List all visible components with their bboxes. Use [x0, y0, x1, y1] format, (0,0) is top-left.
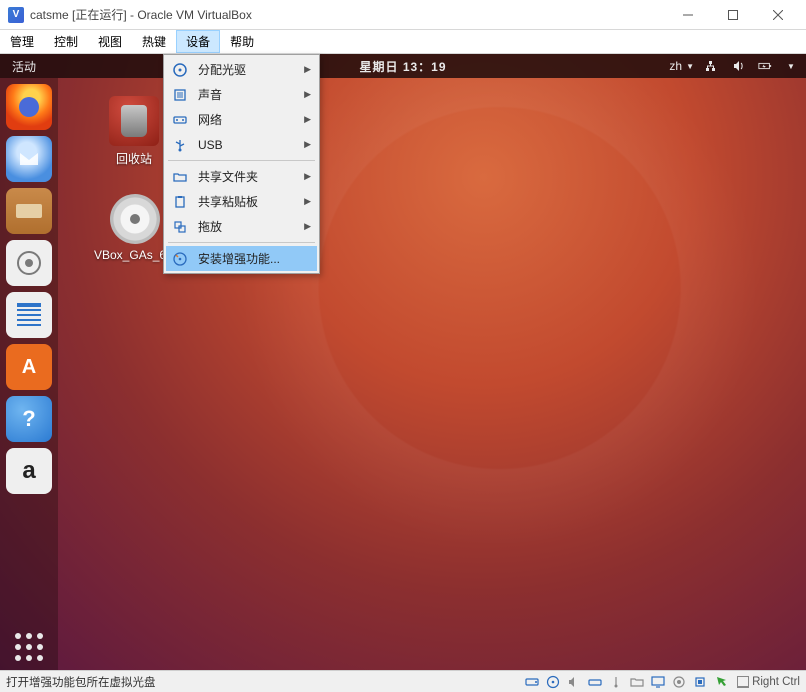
menu-separator	[168, 160, 315, 161]
folder-icon	[170, 167, 190, 187]
menu-item-label: 网络	[198, 111, 304, 128]
indicator-optical-icon[interactable]	[545, 674, 561, 690]
submenu-arrow-icon: ▶	[304, 139, 311, 150]
statusbar: 打开增强功能包所在虚拟光盘 Right Ctrl	[0, 670, 806, 692]
menu-item-shared-clipboard[interactable]: 共享粘贴板 ▶	[166, 189, 317, 214]
launcher-libreoffice-writer[interactable]	[6, 292, 52, 338]
menu-item-usb[interactable]: USB ▶	[166, 132, 317, 157]
menu-devices[interactable]: 设备	[176, 30, 220, 53]
titlebar: V catsme [正在运行] - Oracle VM VirtualBox	[0, 0, 806, 30]
menu-item-label: 共享文件夹	[198, 168, 304, 185]
devices-dropdown: 分配光驱 ▶ 声音 ▶ 网络 ▶ USB ▶ 共享文件夹 ▶ 共享粘贴板 ▶	[163, 54, 320, 274]
launcher-amazon[interactable]: a	[6, 448, 52, 494]
launcher-firefox[interactable]	[6, 84, 52, 130]
launcher-ubuntu-software[interactable]	[6, 344, 52, 390]
clock-label[interactable]: 星期日 13：19	[359, 58, 446, 75]
hostkey-label: Right Ctrl	[752, 676, 800, 688]
launcher-thunderbird[interactable]	[6, 136, 52, 182]
window-maximize-button[interactable]	[710, 0, 755, 30]
chevron-down-icon[interactable]: ▼	[784, 59, 798, 73]
volume-tray-icon[interactable]	[732, 59, 746, 73]
menu-control[interactable]: 控制	[44, 30, 88, 53]
menu-item-drag-drop[interactable]: 拖放 ▶	[166, 214, 317, 239]
battery-tray-icon[interactable]	[758, 59, 772, 73]
menu-item-optical-drive[interactable]: 分配光驱 ▶	[166, 57, 317, 82]
desktop-icon-label: 回收站	[96, 150, 172, 167]
clipboard-icon	[170, 192, 190, 212]
submenu-arrow-icon: ▶	[304, 64, 311, 75]
menu-separator	[168, 242, 315, 243]
menu-item-shared-folders[interactable]: 共享文件夹 ▶	[166, 164, 317, 189]
ubuntu-launcher: ? a	[0, 78, 58, 670]
system-tray[interactable]: zh▼ ▼	[669, 59, 798, 73]
disc-icon	[110, 194, 160, 244]
sound-icon	[170, 85, 190, 105]
disc-install-icon	[170, 249, 190, 269]
input-method-indicator[interactable]: zh▼	[669, 59, 694, 73]
network-tray-icon[interactable]	[706, 59, 720, 73]
indicator-audio-icon[interactable]	[566, 674, 582, 690]
window-close-button[interactable]	[755, 0, 800, 30]
launcher-show-applications[interactable]	[6, 624, 52, 670]
window-title: catsme [正在运行] - Oracle VM VirtualBox	[30, 6, 665, 23]
gnome-top-bar: 活动 星期日 13：19 zh▼ ▼	[0, 54, 806, 78]
window-minimize-button[interactable]	[665, 0, 710, 30]
guest-display[interactable]: 活动 星期日 13：19 zh▼ ▼ ? a 回收站 VBox_GAs_6.0.…	[0, 54, 806, 670]
menu-help[interactable]: 帮助	[220, 30, 264, 53]
disc-icon	[170, 60, 190, 80]
menu-view[interactable]: 视图	[88, 30, 132, 53]
menu-item-network[interactable]: 网络 ▶	[166, 107, 317, 132]
submenu-arrow-icon: ▶	[304, 114, 311, 125]
network-icon	[170, 110, 190, 130]
submenu-arrow-icon: ▶	[304, 89, 311, 100]
indicator-display-icon[interactable]	[650, 674, 666, 690]
desktop-icon-trash[interactable]: 回收站	[96, 96, 172, 167]
indicator-network-icon[interactable]	[587, 674, 603, 690]
trash-icon	[109, 96, 159, 146]
menu-item-label: 声音	[198, 86, 304, 103]
menubar: 管理 控制 视图 热键 设备 帮助 分配光驱 ▶ 声音 ▶ 网络 ▶ USB ▶…	[0, 30, 806, 54]
activities-button[interactable]: 活动	[8, 58, 36, 75]
menu-item-label: 共享粘贴板	[198, 193, 304, 210]
indicator-cpu-icon[interactable]	[692, 674, 708, 690]
launcher-files[interactable]	[6, 188, 52, 234]
menu-item-label: USB	[198, 138, 304, 152]
menu-item-label: 拖放	[198, 218, 304, 235]
menu-hotkey[interactable]: 热键	[132, 30, 176, 53]
menu-manage[interactable]: 管理	[0, 30, 44, 53]
virtualbox-app-icon: V	[8, 7, 24, 23]
indicator-recording-icon[interactable]	[671, 674, 687, 690]
indicator-shared-folder-icon[interactable]	[629, 674, 645, 690]
usb-icon	[170, 135, 190, 155]
menu-item-install-guest-additions[interactable]: 安装增强功能...	[166, 246, 317, 271]
indicator-harddisk-icon[interactable]	[524, 674, 540, 690]
drag-icon	[170, 217, 190, 237]
menu-item-label: 分配光驱	[198, 61, 304, 78]
submenu-arrow-icon: ▶	[304, 171, 311, 182]
chevron-down-icon: ▼	[686, 62, 694, 71]
menu-item-label: 安装增强功能...	[198, 250, 311, 267]
status-indicator-icons	[524, 674, 729, 690]
submenu-arrow-icon: ▶	[304, 221, 311, 232]
submenu-arrow-icon: ▶	[304, 196, 311, 207]
indicator-usb-icon[interactable]	[608, 674, 624, 690]
menu-item-sound[interactable]: 声音 ▶	[166, 82, 317, 107]
hostkey-indicator[interactable]: Right Ctrl	[737, 676, 800, 688]
status-message: 打开增强功能包所在虚拟光盘	[6, 674, 524, 690]
keyboard-icon	[737, 676, 749, 688]
launcher-help[interactable]: ?	[6, 396, 52, 442]
launcher-rhythmbox[interactable]	[6, 240, 52, 286]
indicator-mouse-integration-icon[interactable]	[713, 674, 729, 690]
